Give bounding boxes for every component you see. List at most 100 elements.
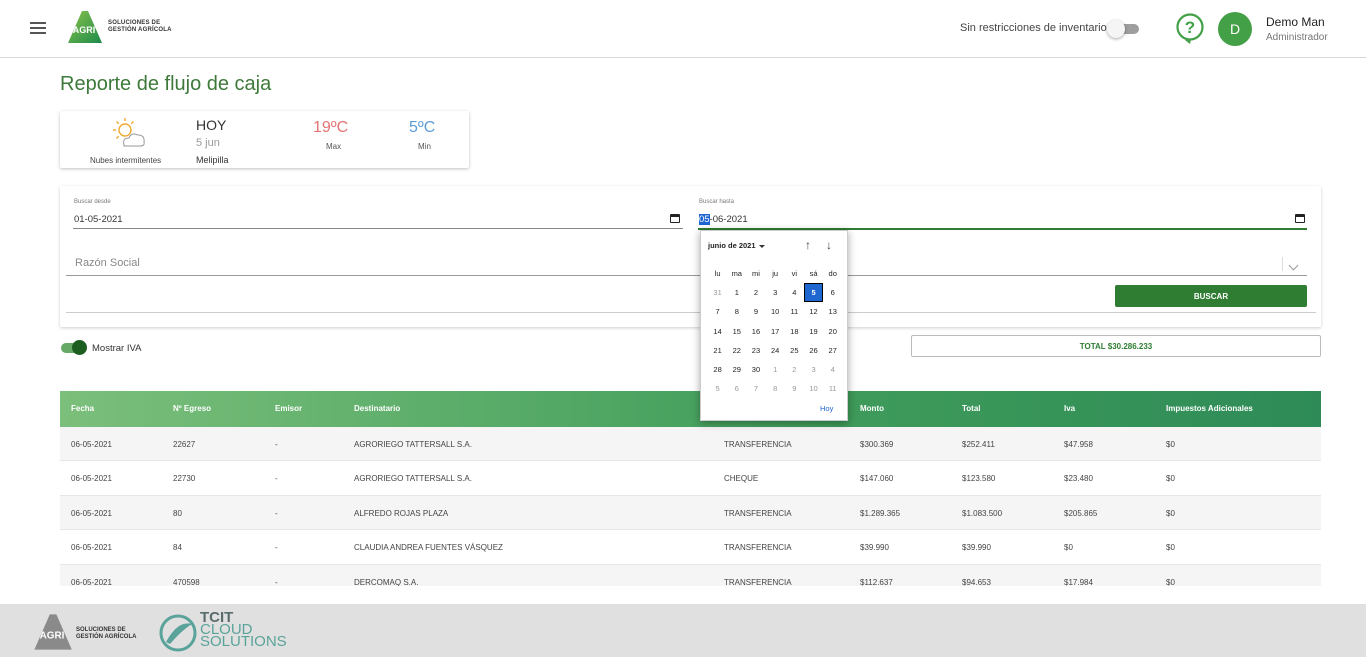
calendar-day[interactable]: 22	[727, 341, 746, 360]
logo-text: SOLUCIONES DE GESTIÓN AGRÍCOLA	[108, 20, 172, 33]
hasta-label: Buscar hasta	[699, 199, 735, 205]
mostrar-iva-label: Mostrar IVA	[92, 343, 142, 354]
calendar-day[interactable]: 9	[785, 379, 804, 398]
hasta-calendar-icon[interactable]	[1295, 214, 1305, 223]
hasta-input[interactable]: 05-06-2021	[699, 214, 748, 225]
calendar-day[interactable]: 6	[823, 283, 842, 302]
top-bar: AGRI SOLUCIONES DE GESTIÓN AGRÍCOLA Sin …	[0, 0, 1366, 58]
calendar-day[interactable]: 10	[804, 379, 823, 398]
calendar-day-selected[interactable]: 5	[803, 283, 824, 303]
cell-total: $123.580	[962, 474, 996, 484]
calendar-day[interactable]: 5	[708, 379, 727, 398]
col-egreso[interactable]: Nº Egreso	[173, 404, 211, 413]
cell-emisor: -	[275, 577, 278, 586]
weekday-label: ju	[772, 269, 779, 278]
col-total[interactable]: Total	[962, 404, 981, 413]
calendar-day[interactable]: 6	[727, 379, 746, 398]
razon-social-select[interactable]: Razón Social	[75, 257, 140, 269]
calendar-day[interactable]: 1	[766, 360, 785, 379]
cell-egreso: 84	[173, 543, 182, 553]
calendar-day[interactable]: 8	[727, 302, 746, 321]
calendar-day[interactable]: 4	[823, 360, 842, 379]
calendar-day[interactable]: 3	[804, 360, 823, 379]
cell-monto: $147.060	[860, 474, 894, 484]
calendar-today-button[interactable]: Hoy	[820, 404, 833, 413]
calendar-day[interactable]: 8	[766, 379, 785, 398]
cell-emisor: -	[275, 543, 278, 553]
calendar-day[interactable]: 23	[746, 341, 765, 360]
calendar-day[interactable]: 15	[727, 322, 746, 341]
col-emisor[interactable]: Emisor	[275, 404, 302, 413]
col-impuestos[interactable]: Impuestos Adicionales	[1166, 404, 1253, 413]
table-header: Fecha Nº Egreso Emisor Destinatario Mont…	[60, 391, 1321, 427]
arrow-up-icon[interactable]: ↑	[805, 238, 811, 252]
calendar-day[interactable]: 20	[823, 322, 842, 341]
calendar-day[interactable]: 29	[727, 360, 746, 379]
footer-tcit-text: TCIT CLOUD SOLUTIONS	[200, 609, 287, 650]
logo-badge-text: AGRI	[73, 25, 96, 35]
weekday-label: vi	[791, 269, 798, 278]
calendar-day[interactable]: 9	[746, 302, 765, 321]
footer-agri-badge: AGRI	[40, 631, 65, 642]
calendar-day[interactable]: 7	[708, 302, 727, 321]
svg-text:?: ?	[1185, 18, 1195, 37]
cell-iva: $47.958	[1064, 440, 1093, 449]
desde-calendar-icon[interactable]	[670, 214, 680, 223]
inventory-toggle[interactable]	[1107, 20, 1139, 38]
caret-down-icon	[758, 244, 765, 248]
cell-medio: CHEQUE	[724, 474, 759, 484]
calendar-day[interactable]: 11	[785, 302, 804, 321]
calendar-day[interactable]: 7	[746, 379, 765, 398]
hasta-day-selection: 05	[699, 214, 710, 225]
table-row[interactable]: 06-05-2021 84 - CLAUDIA ANDREA FUENTES VÁSQ…	[60, 530, 1321, 565]
table-row[interactable]: 06-05-2021 22730 - AGRORIEGO TATTERSALL S.A…	[60, 461, 1321, 496]
calendar-day[interactable]: 2	[785, 360, 804, 379]
calendar-day[interactable]: 4	[785, 283, 804, 302]
calendar-day[interactable]: 26	[804, 341, 823, 360]
calendar-day[interactable]: 19	[804, 322, 823, 341]
weather-today-label: HOY	[196, 117, 227, 133]
min-temperature: 5ºC	[409, 119, 436, 136]
calendar-day[interactable]: 1	[727, 283, 746, 302]
calendar-day[interactable]: 28	[708, 360, 727, 379]
calendar-day[interactable]: 30	[746, 360, 765, 379]
calendar-day[interactable]: 16	[746, 322, 765, 341]
calendar-day[interactable]: 2	[746, 283, 765, 302]
calendar-day[interactable]: 18	[785, 322, 804, 341]
calendar-month-select[interactable]: junio de 2021	[708, 241, 765, 250]
mostrar-iva-toggle[interactable]	[61, 340, 87, 356]
calendar-day[interactable]: 25	[785, 341, 804, 360]
desde-input[interactable]: 01-05-2021	[74, 214, 123, 225]
col-fecha[interactable]: Fecha	[71, 404, 94, 413]
cell-fecha: 06-05-2021	[71, 508, 112, 518]
calendar-day[interactable]: 27	[823, 341, 842, 360]
table-row[interactable]: 06-05-2021 470598 - DERCOMAQ S.A. TRANSFEREN…	[60, 564, 1321, 586]
calendar-day[interactable]: 17	[766, 322, 785, 341]
col-monto[interactable]: Monto	[860, 404, 884, 413]
cell-total: $39.990	[962, 543, 991, 553]
calendar-day[interactable]: 11	[823, 379, 842, 398]
calendar-day[interactable]: 10	[766, 302, 785, 321]
avatar[interactable]: D	[1218, 12, 1252, 46]
col-destinatario[interactable]: Destinatario	[354, 404, 400, 413]
table-row[interactable]: 06-05-2021 80 - ALFREDO ROJAS PLAZA TRANSFER…	[60, 495, 1321, 531]
cell-egreso: 22730	[173, 474, 196, 484]
calendar-day[interactable]: 13	[823, 302, 842, 321]
calendar-day[interactable]: 14	[708, 322, 727, 341]
cell-destinatario: DERCOMAQ S.A.	[354, 577, 419, 586]
cell-medio: TRANSFERENCIA	[724, 543, 792, 553]
calendar-day[interactable]: 12	[804, 302, 823, 321]
buscar-button[interactable]: BUSCAR	[1115, 285, 1307, 307]
calendar-day[interactable]: 21	[708, 341, 727, 360]
col-iva[interactable]: Iva	[1064, 404, 1075, 413]
calendar-day[interactable]: 31	[708, 283, 727, 302]
arrow-down-icon[interactable]: ↓	[826, 238, 832, 252]
cell-impuestos: $0	[1166, 508, 1175, 518]
menu-icon[interactable]	[30, 22, 46, 34]
calendar-day[interactable]: 24	[766, 341, 785, 360]
app-logo[interactable]: AGRI SOLUCIONES DE GESTIÓN AGRÍCOLA	[64, 7, 172, 47]
table-row[interactable]: 06-05-2021 22627 - AGRORIEGO TATTERSALL S.A…	[60, 427, 1321, 462]
help-icon[interactable]: ?	[1175, 12, 1205, 49]
calendar-day[interactable]: 3	[766, 283, 785, 302]
cell-fecha: 06-05-2021	[71, 577, 112, 586]
